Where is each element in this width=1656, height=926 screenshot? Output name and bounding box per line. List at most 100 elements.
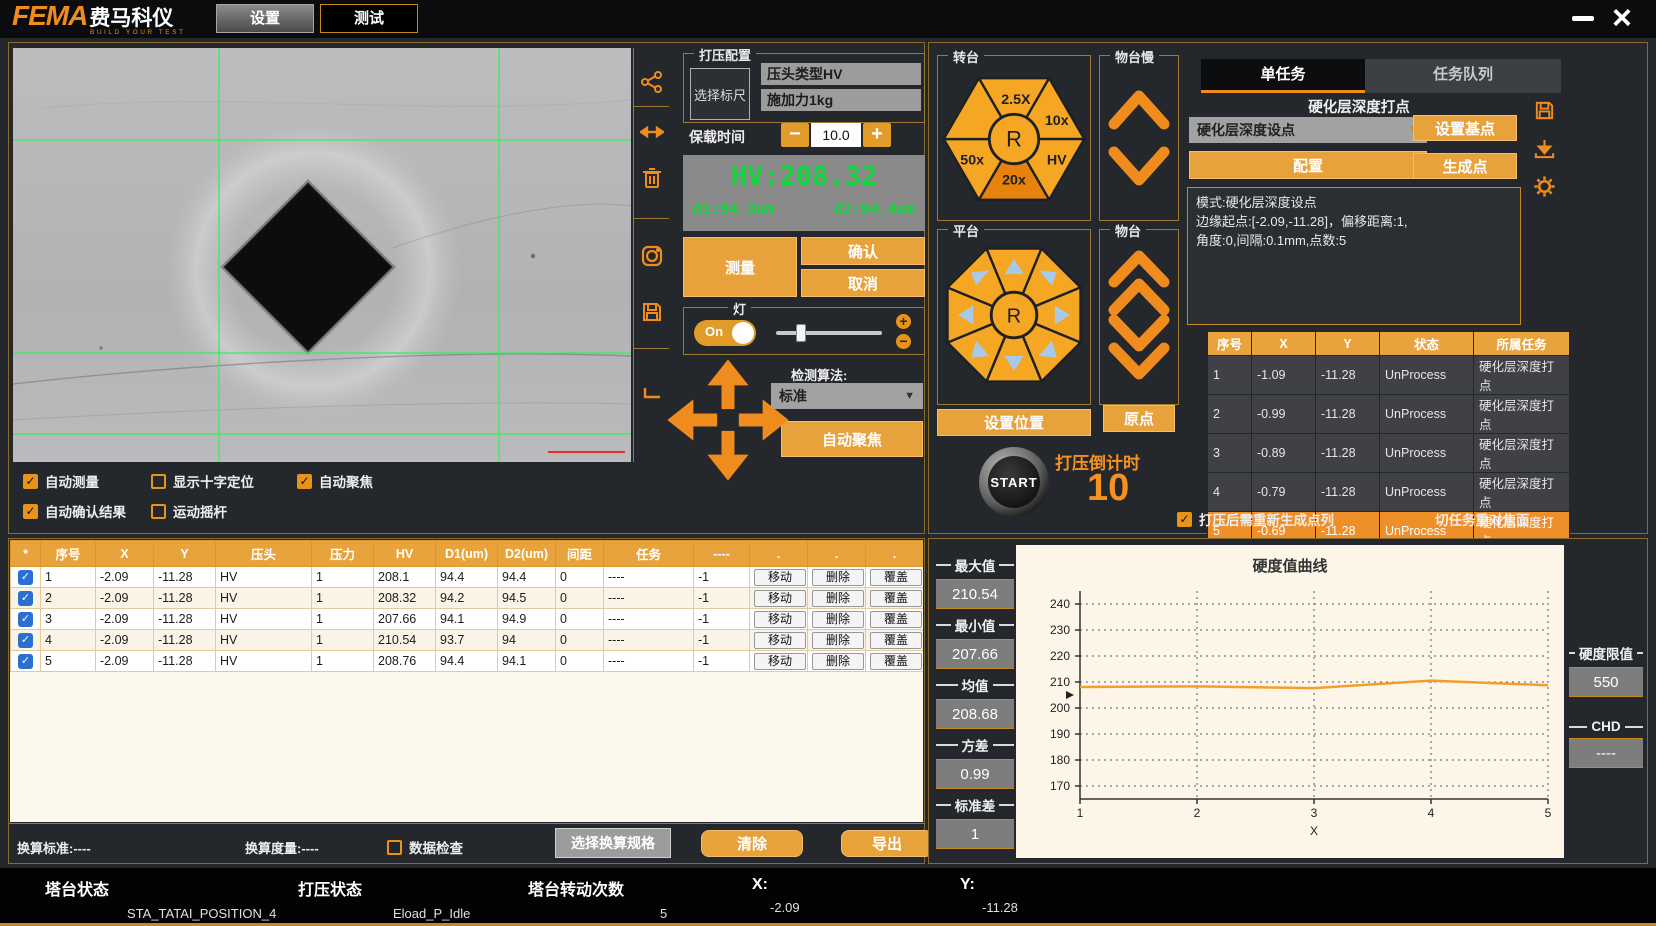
row-select-checkbox[interactable]: ✓ xyxy=(18,591,33,606)
checkbox-box[interactable] xyxy=(1177,512,1192,527)
points-table-row[interactable]: 1-1.09-11.28UnProcess硬化层深度打点 xyxy=(1208,356,1570,395)
checkbox-box[interactable] xyxy=(151,504,166,519)
checkbox-refocus-on-task-switch[interactable]: 切任务重对焦面 xyxy=(1413,509,1530,529)
close-icon[interactable]: × xyxy=(1612,0,1632,37)
overwrite-row-button[interactable]: 覆盖 xyxy=(870,653,922,670)
export-button[interactable]: 导出 xyxy=(841,830,933,857)
results-table-row[interactable]: ✓5-2.09-11.28HV1208.7694.494.10-----1移动删… xyxy=(11,651,924,672)
overwrite-row-button[interactable]: 覆盖 xyxy=(870,590,922,607)
measure-button[interactable]: 测量 xyxy=(683,237,797,297)
results-col-header[interactable]: D2(um) xyxy=(498,541,556,567)
points-col-header[interactable]: Y xyxy=(1316,332,1380,356)
row-select-checkbox[interactable]: ✓ xyxy=(18,633,33,648)
arrow-left-icon[interactable] xyxy=(667,399,717,440)
results-table-row[interactable]: ✓1-2.09-11.28HV1208.194.494.40-----1移动删除… xyxy=(11,567,924,588)
download-icon[interactable] xyxy=(1533,137,1556,165)
arrow-up-icon[interactable] xyxy=(707,359,748,409)
select-ruler-button[interactable]: 选择标尺 xyxy=(690,68,750,120)
cancel-button[interactable]: 取消 xyxy=(801,269,925,297)
checkbox-auto-measure[interactable]: 自动测量 xyxy=(23,471,99,491)
checkbox-box[interactable] xyxy=(23,504,38,519)
camera-icon[interactable] xyxy=(640,244,664,268)
checkbox-regenerate-points[interactable]: 打压后需重新生成点列 xyxy=(1177,509,1334,529)
overwrite-row-button[interactable]: 覆盖 xyxy=(870,632,922,649)
checkbox-box[interactable] xyxy=(23,474,38,489)
overwrite-row-button[interactable]: 覆盖 xyxy=(870,569,922,586)
set-base-point-button[interactable]: 设置基点 xyxy=(1413,115,1517,141)
tab-test[interactable]: 测试 xyxy=(320,4,418,33)
results-col-header[interactable]: Y xyxy=(154,541,216,567)
points-col-header[interactable]: X xyxy=(1252,332,1316,356)
points-col-header[interactable]: 所属任务 xyxy=(1474,332,1570,356)
row-select-checkbox[interactable]: ✓ xyxy=(18,612,33,627)
checkbox-show-cross[interactable]: 显示十字定位 xyxy=(151,471,254,491)
hold-time-minus-button[interactable]: − xyxy=(781,123,809,147)
confirm-button[interactable]: 确认 xyxy=(801,237,925,265)
points-table-row[interactable]: 3-0.89-11.28UnProcess硬化层深度打点 xyxy=(1208,434,1570,473)
delete-row-button[interactable]: 删除 xyxy=(812,632,864,649)
stage-slow-down-button[interactable] xyxy=(1114,152,1164,180)
light-slider[interactable] xyxy=(776,331,882,335)
hold-time-plus-button[interactable]: + xyxy=(863,123,891,147)
checkbox-auto-focus[interactable]: 自动聚焦 xyxy=(297,471,373,491)
points-col-header[interactable]: 序号 xyxy=(1208,332,1252,356)
move-row-button[interactable]: 移动 xyxy=(754,632,806,649)
results-col-header[interactable]: 任务 xyxy=(604,541,694,567)
checkbox-box[interactable] xyxy=(151,474,166,489)
results-col-header[interactable]: 压力 xyxy=(312,541,374,567)
light-toggle[interactable]: On xyxy=(694,320,756,346)
tab-settings[interactable]: 设置 xyxy=(216,4,314,33)
force-field[interactable]: 施加力1kg xyxy=(761,89,921,111)
points-col-header[interactable]: 状态 xyxy=(1380,332,1474,356)
light-plus-button[interactable]: + xyxy=(896,314,911,329)
stage-joystick[interactable] xyxy=(663,355,793,485)
autofocus-button[interactable]: 自动聚焦 xyxy=(781,421,923,457)
collapse-icon[interactable] xyxy=(640,378,664,402)
checkbox-motion-joystick[interactable]: 运动摇杆 xyxy=(151,501,227,521)
stage-fast-up-button[interactable] xyxy=(1114,256,1164,282)
results-table-row[interactable]: ✓4-2.09-11.28HV1210.5493.7940-----1移动删除覆… xyxy=(11,630,924,651)
minimize-icon[interactable] xyxy=(1572,16,1594,21)
delete-row-button[interactable]: 删除 xyxy=(812,653,864,670)
stage-fast-down-button[interactable] xyxy=(1114,320,1164,346)
results-table-row[interactable]: ✓2-2.09-11.28HV1208.3294.294.50-----1移动删… xyxy=(11,588,924,609)
select-conversion-spec-button[interactable]: 选择换算规格 xyxy=(555,828,671,858)
save-task-icon[interactable] xyxy=(1533,99,1556,127)
data-check-box[interactable] xyxy=(387,840,402,855)
tab-task-queue[interactable]: 任务队列 xyxy=(1365,59,1561,93)
results-col-header[interactable]: ---- xyxy=(694,541,750,567)
row-select-checkbox[interactable]: ✓ xyxy=(18,570,33,585)
move-row-button[interactable]: 移动 xyxy=(754,611,806,628)
results-col-header[interactable]: 压头 xyxy=(216,541,312,567)
points-table-row[interactable]: 4-0.79-11.28UnProcess硬化层深度打点 xyxy=(1208,473,1570,512)
task-mode-dropdown[interactable]: 硬化层深度设点 ▼ xyxy=(1189,117,1427,143)
set-position-button[interactable]: 设置位置 xyxy=(937,409,1091,436)
checkbox-box[interactable] xyxy=(1413,512,1428,527)
light-slider-thumb[interactable] xyxy=(796,324,806,342)
move-row-button[interactable]: 移动 xyxy=(754,569,806,586)
overwrite-row-button[interactable]: 覆盖 xyxy=(870,611,922,628)
resize-horizontal-icon[interactable] xyxy=(640,120,664,144)
results-col-header[interactable]: . xyxy=(866,541,924,567)
gear-icon[interactable] xyxy=(1533,175,1556,203)
checkbox-data-check[interactable]: 数据检查 xyxy=(387,837,463,857)
row-select-checkbox[interactable]: ✓ xyxy=(18,654,33,669)
microscope-view[interactable] xyxy=(13,48,631,462)
generate-points-button[interactable]: 生成点 xyxy=(1413,153,1517,179)
algorithm-dropdown[interactable]: 标准 ▼ xyxy=(771,383,923,409)
results-col-header[interactable]: HV xyxy=(374,541,436,567)
move-row-button[interactable]: 移动 xyxy=(754,653,806,670)
results-col-header[interactable]: . xyxy=(750,541,808,567)
start-button[interactable]: START xyxy=(979,447,1049,517)
config-button[interactable]: 配置 xyxy=(1189,151,1427,179)
checkbox-box[interactable] xyxy=(297,474,312,489)
results-col-header[interactable]: D1(um) xyxy=(436,541,498,567)
results-col-header[interactable]: 序号 xyxy=(41,541,96,567)
light-minus-button[interactable]: − xyxy=(896,334,911,349)
tab-single-task[interactable]: 单任务 xyxy=(1201,59,1365,93)
share-icon[interactable] xyxy=(640,70,664,94)
results-col-header[interactable]: * xyxy=(11,541,41,567)
stage-slow-up-button[interactable] xyxy=(1114,96,1164,124)
delete-row-button[interactable]: 删除 xyxy=(812,611,864,628)
results-col-header[interactable]: 间距 xyxy=(556,541,604,567)
